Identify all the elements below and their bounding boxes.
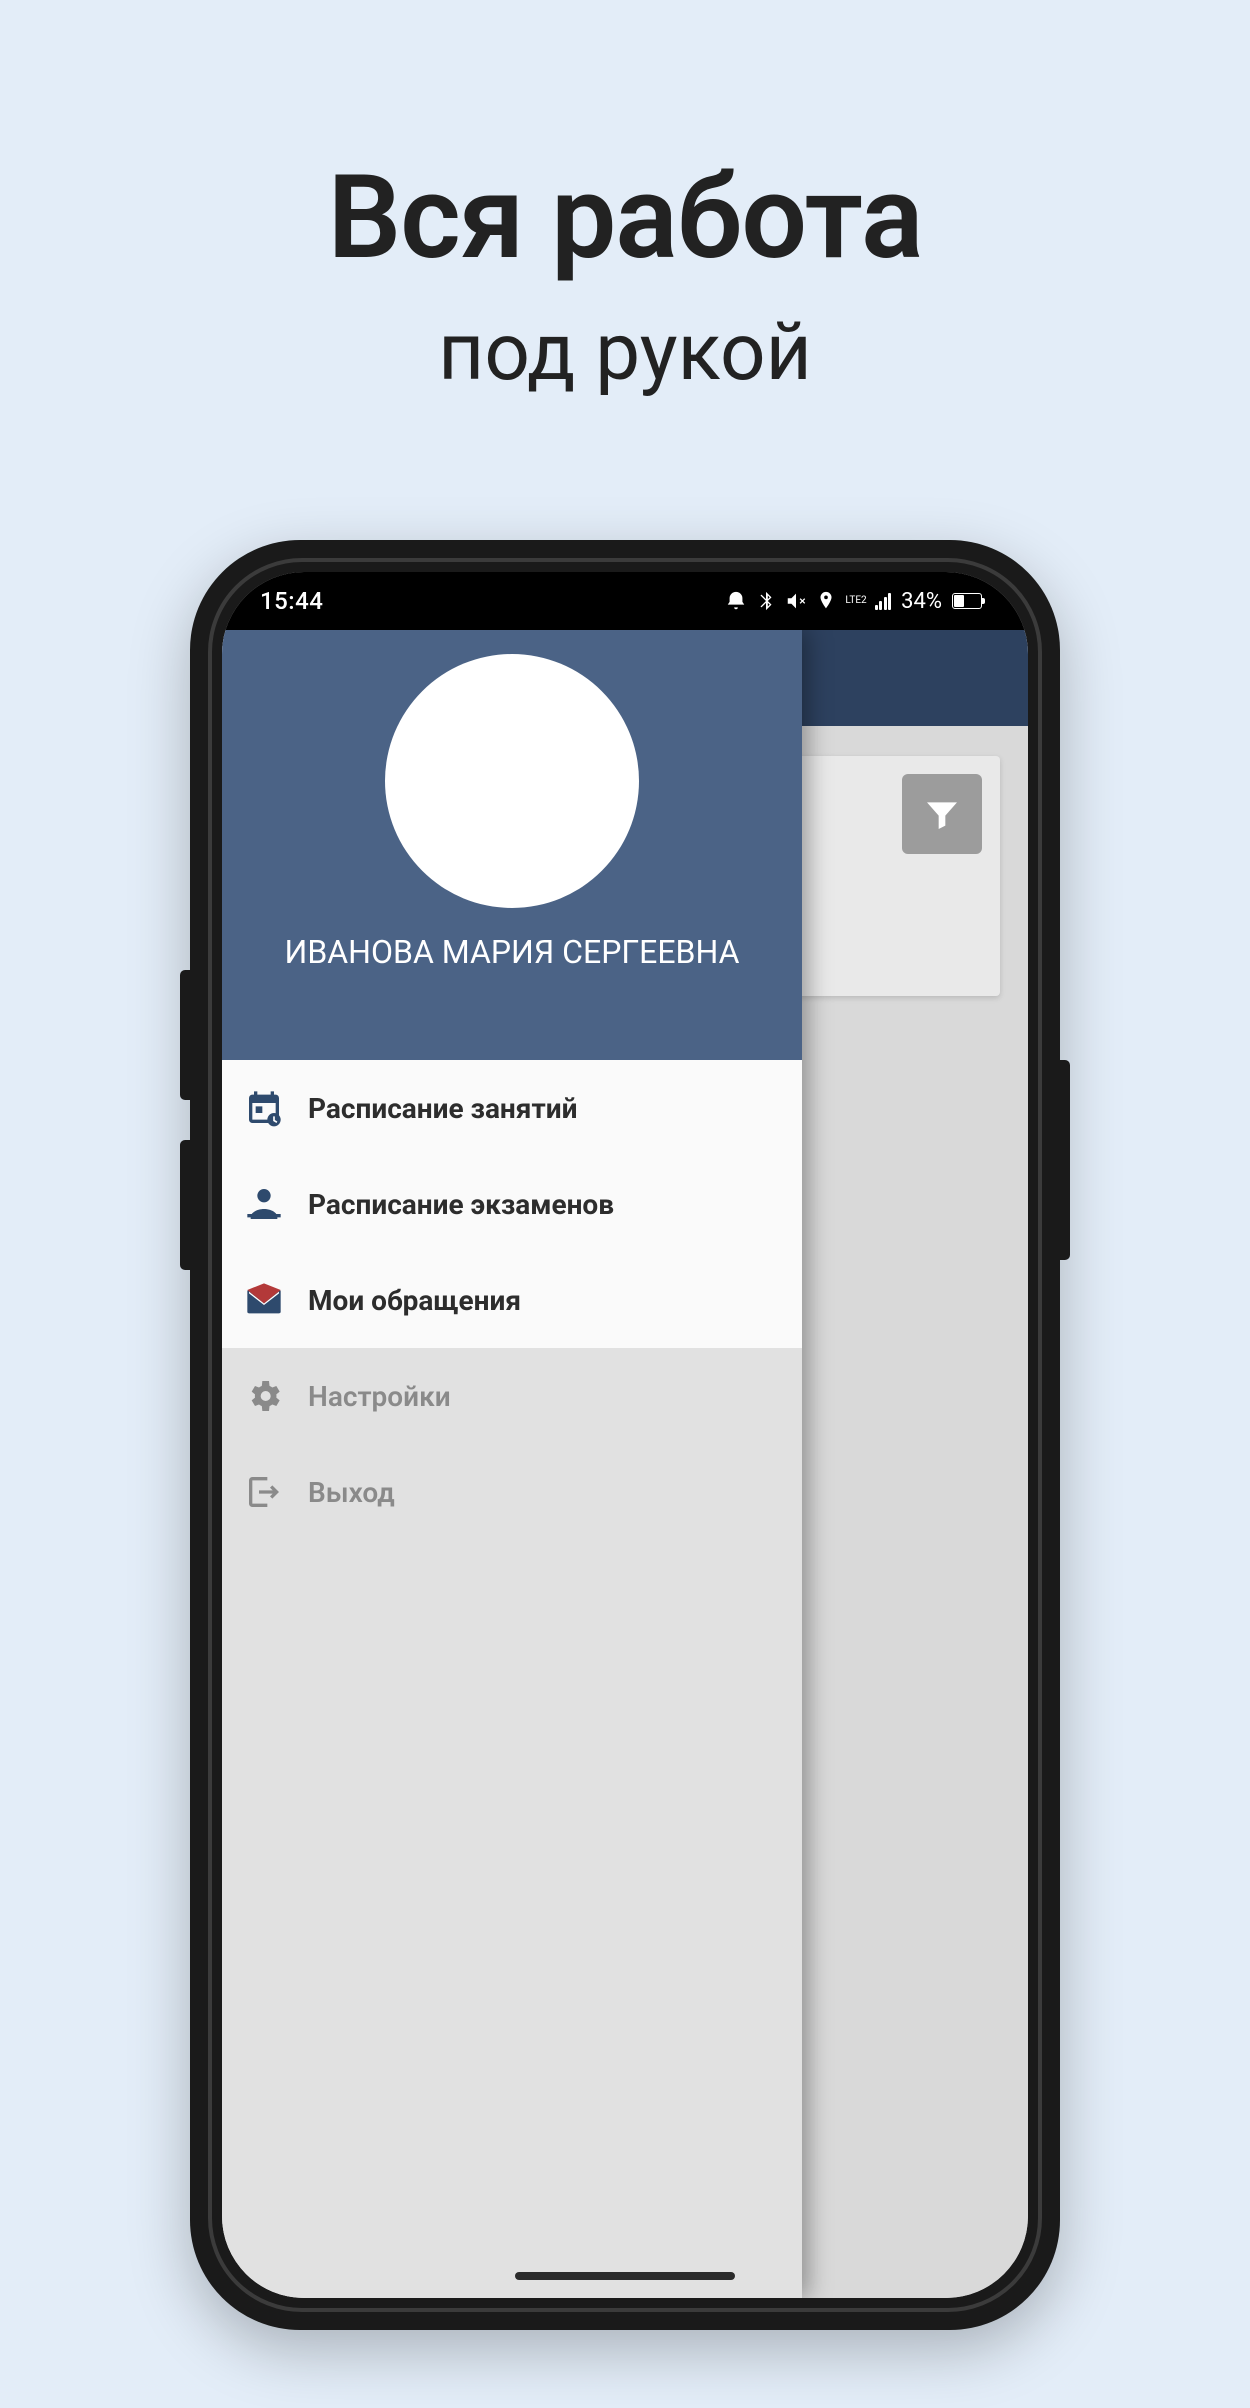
filter-icon <box>922 794 962 834</box>
user-name: ИВАНОВА МАРИЯ СЕРГЕЕВНА <box>255 932 770 972</box>
promo-subtitle: под рукой <box>0 305 1250 399</box>
menu-item-schedule-exams[interactable]: Расписание экзаменов <box>222 1156 802 1252</box>
menu-item-schedule-classes[interactable]: Расписание занятий <box>222 1060 802 1156</box>
gesture-bar[interactable] <box>515 2272 735 2280</box>
exit-icon <box>244 1472 284 1512</box>
status-bar: 15:44 LTE2 34% <box>222 572 1028 630</box>
battery-icon <box>952 593 982 609</box>
status-indicators: LTE2 34% <box>725 589 982 614</box>
calendar-icon <box>244 1088 284 1128</box>
drawer-primary-menu: Расписание занятий Расписание экзаменов … <box>222 1060 802 1348</box>
drawer-secondary-menu: Настройки Выход <box>222 1348 802 1540</box>
student-icon <box>244 1184 284 1224</box>
network-type-label: LTE2 <box>845 590 866 612</box>
menu-item-label: Расписание экзаменов <box>308 1188 614 1221</box>
gear-icon <box>244 1376 284 1416</box>
volume-up-button <box>180 970 190 1100</box>
menu-item-label: Мои обращения <box>308 1284 521 1317</box>
phone-device-frame: 15:44 LTE2 34% <box>190 540 1060 2330</box>
bluetooth-icon <box>755 590 777 612</box>
envelope-icon <box>244 1280 284 1320</box>
drawer-header: ИВАНОВА МАРИЯ СЕРГЕЕВНА <box>222 630 802 1060</box>
navigation-drawer: ИВАНОВА МАРИЯ СЕРГЕЕВНА Расписание занят… <box>222 630 802 2298</box>
signal-icon <box>875 592 892 610</box>
alarm-icon <box>725 590 747 612</box>
mute-icon <box>785 590 807 612</box>
filter-button[interactable] <box>902 774 982 854</box>
status-time: 15:44 <box>260 587 323 615</box>
menu-item-exit[interactable]: Выход <box>222 1444 802 1540</box>
menu-item-settings[interactable]: Настройки <box>222 1348 802 1444</box>
menu-item-label: Выход <box>308 1476 395 1509</box>
volume-down-button <box>180 1140 190 1270</box>
menu-item-label: Настройки <box>308 1380 451 1413</box>
phone-screen: 15:44 LTE2 34% <box>222 572 1028 2298</box>
power-button <box>1060 1060 1070 1260</box>
battery-percent: 34% <box>901 589 942 614</box>
menu-item-label: Расписание занятий <box>308 1092 577 1125</box>
promo-title: Вся работа <box>0 150 1250 286</box>
menu-item-my-requests[interactable]: Мои обращения <box>222 1252 802 1348</box>
location-icon <box>815 590 837 612</box>
app-content: й ИВАНОВА МАРИЯ СЕРГЕЕВНА Расписание зан… <box>222 630 1028 2298</box>
avatar[interactable] <box>385 654 639 908</box>
